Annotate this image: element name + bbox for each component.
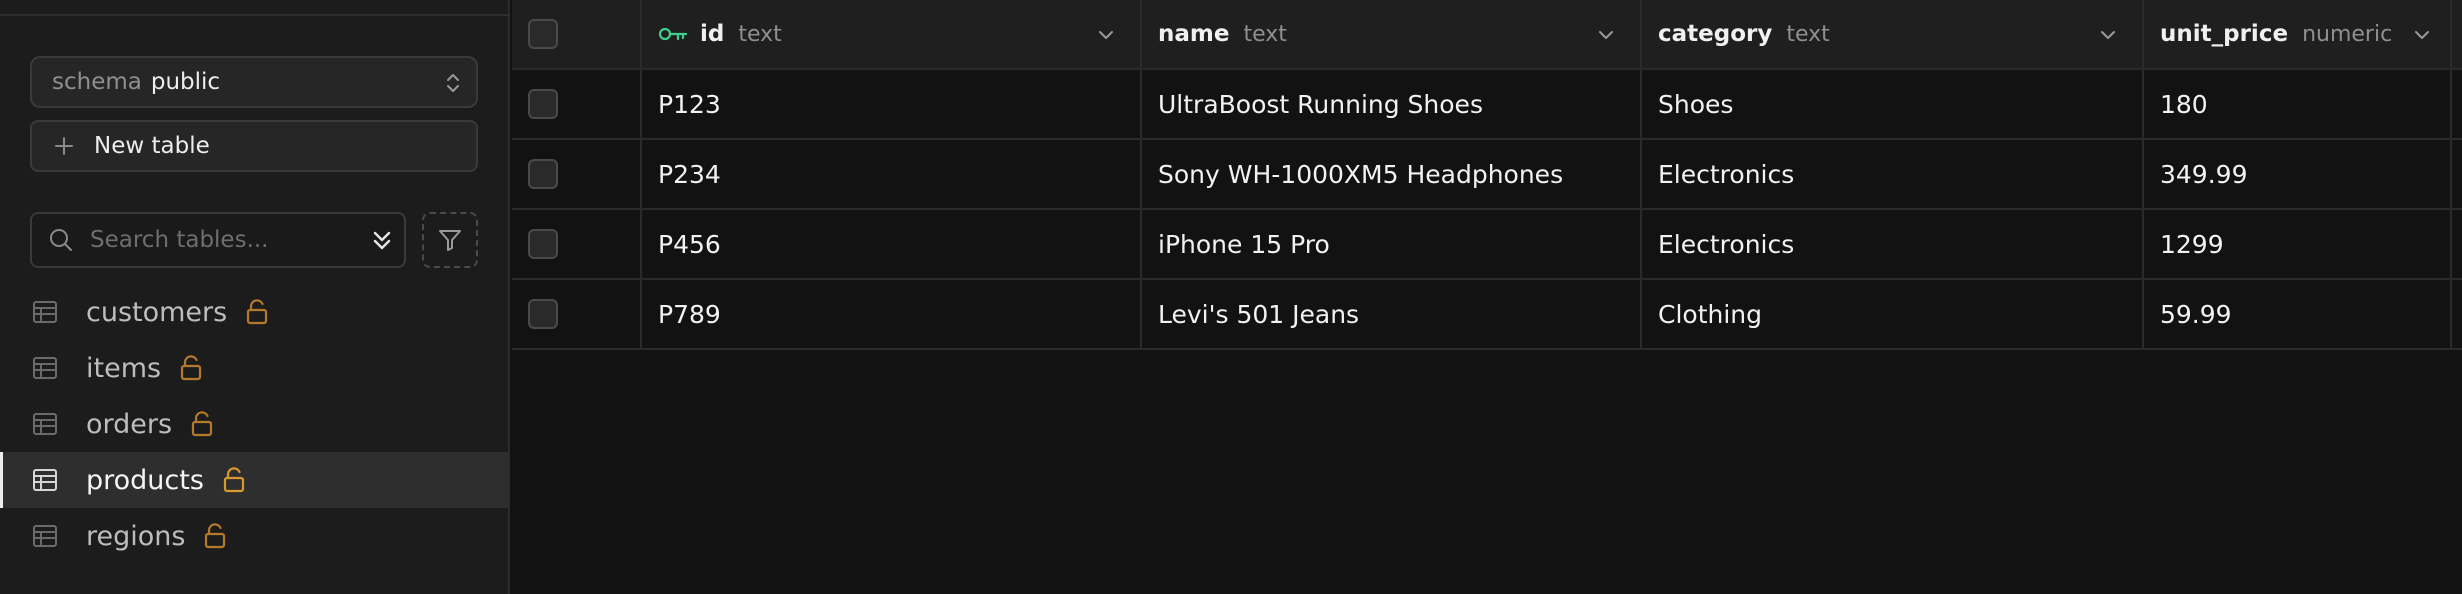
schema-select[interactable]: schema public — [30, 56, 478, 108]
column-name: category — [1658, 21, 1773, 47]
column-header-id[interactable]: id text — [642, 0, 1142, 68]
sidebar-item-items[interactable]: items — [0, 340, 508, 396]
unlock-icon — [203, 522, 227, 550]
cell-unit-price[interactable]: 180 — [2144, 70, 2452, 138]
chevron-down-icon[interactable] — [2098, 25, 2118, 45]
cell-unit-price[interactable]: 349.99 — [2144, 140, 2452, 208]
cell-category[interactable]: Clothing — [1642, 280, 2144, 348]
column-name: unit_price — [2160, 21, 2289, 47]
chevrons-down-icon[interactable] — [370, 228, 394, 258]
row-checkbox[interactable] — [528, 159, 558, 189]
cell-name[interactable]: UltraBoost Running Shoes — [1142, 70, 1642, 138]
sidebar: schema public New table customers — [0, 0, 510, 594]
row-select-cell — [512, 280, 642, 348]
new-table-label: New table — [94, 133, 210, 159]
unlock-icon — [190, 410, 214, 438]
cell-category[interactable]: Shoes — [1642, 70, 2144, 138]
table-icon — [32, 299, 58, 325]
table-icon — [32, 411, 58, 437]
cell-category[interactable]: Electronics — [1642, 210, 2144, 278]
sidebar-item-customers[interactable]: customers — [0, 284, 508, 340]
cell-id[interactable]: P789 — [642, 280, 1142, 348]
filter-button[interactable] — [422, 212, 478, 268]
cell-category[interactable]: Electronics — [1642, 140, 2144, 208]
chevron-down-icon[interactable] — [1596, 25, 1616, 45]
cell-name[interactable]: iPhone 15 Pro — [1142, 210, 1642, 278]
column-name: id — [700, 21, 725, 47]
grid-header: id text name text category text unit_pri… — [512, 0, 2462, 70]
unlock-icon — [245, 298, 269, 326]
divider — [0, 14, 510, 16]
cell-id[interactable]: P456 — [642, 210, 1142, 278]
sidebar-item-regions[interactable]: regions — [0, 508, 508, 564]
unlock-icon — [222, 466, 246, 494]
schema-label: schema — [52, 69, 142, 95]
search-tables[interactable] — [30, 212, 406, 268]
table-row[interactable]: P789 Levi's 501 Jeans Clothing 59.99 — [512, 280, 2462, 350]
cell-unit-price[interactable]: 59.99 — [2144, 280, 2452, 348]
tables-list: customers items orders products regions — [0, 284, 508, 564]
table-row[interactable]: P456 iPhone 15 Pro Electronics 1299 — [512, 210, 2462, 280]
table-row[interactable]: P123 UltraBoost Running Shoes Shoes 180 — [512, 70, 2462, 140]
sidebar-item-products[interactable]: products — [0, 452, 508, 508]
schema-value: public — [150, 69, 221, 95]
column-type: text — [738, 21, 782, 47]
row-select-cell — [512, 140, 642, 208]
row-select-cell — [512, 210, 642, 278]
cell-id[interactable]: P123 — [642, 70, 1142, 138]
column-type: text — [1786, 21, 1830, 47]
cell-name[interactable]: Sony WH-1000XM5 Headphones — [1142, 140, 1642, 208]
row-checkbox[interactable] — [528, 229, 558, 259]
plus-icon — [54, 136, 74, 156]
table-name: products — [86, 464, 204, 496]
table-name: customers — [86, 296, 228, 328]
chevron-down-icon[interactable] — [1096, 25, 1116, 45]
data-grid: id text name text category text unit_pri… — [512, 0, 2462, 594]
column-type: numeric — [2302, 21, 2393, 47]
row-checkbox[interactable] — [528, 89, 558, 119]
search-icon — [48, 227, 74, 253]
column-header-category[interactable]: category text — [1642, 0, 2144, 68]
chevron-down-icon[interactable] — [2412, 25, 2432, 45]
table-name: items — [86, 352, 162, 384]
column-header-unit-price[interactable]: unit_price numeric — [2144, 0, 2452, 68]
table-icon — [32, 467, 58, 493]
cell-unit-price[interactable]: 1299 — [2144, 210, 2452, 278]
cell-name[interactable]: Levi's 501 Jeans — [1142, 280, 1642, 348]
table-name: regions — [86, 520, 186, 552]
table-icon — [32, 355, 58, 381]
column-type: text — [1243, 21, 1287, 47]
chevron-up-down-icon — [444, 70, 462, 102]
select-all-cell — [512, 0, 642, 68]
table-name: orders — [86, 408, 173, 440]
sidebar-item-orders[interactable]: orders — [0, 396, 508, 452]
unlock-icon — [179, 354, 203, 382]
filter-icon — [437, 227, 463, 253]
key-icon — [658, 24, 688, 44]
table-icon — [32, 523, 58, 549]
column-name: name — [1158, 21, 1230, 47]
row-checkbox[interactable] — [528, 299, 558, 329]
table-row[interactable]: P234 Sony WH-1000XM5 Headphones Electron… — [512, 140, 2462, 210]
row-select-cell — [512, 70, 642, 138]
select-all-checkbox[interactable] — [528, 19, 558, 49]
cell-id[interactable]: P234 — [642, 140, 1142, 208]
new-table-button[interactable]: New table — [30, 120, 478, 172]
search-input[interactable] — [88, 226, 352, 254]
column-header-name[interactable]: name text — [1142, 0, 1642, 68]
